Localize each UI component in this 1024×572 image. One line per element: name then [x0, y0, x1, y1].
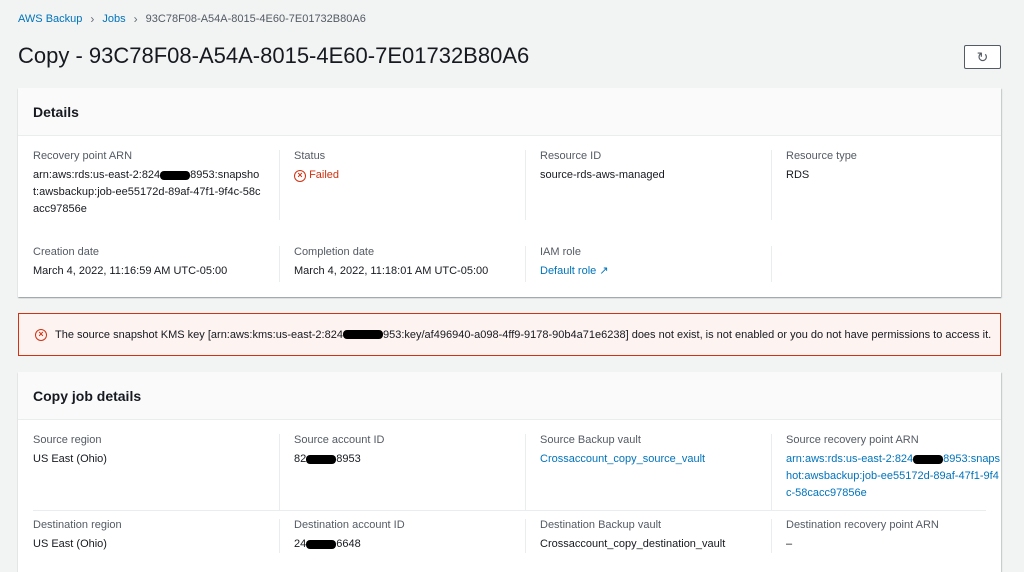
completion-date-value: March 4, 2022, 11:18:01 AM UTC-05:00 [294, 265, 489, 277]
details-heading: Details [18, 88, 1001, 136]
account-part: 6648 [336, 538, 361, 550]
resource-id-label: Resource ID [540, 150, 602, 162]
breadcrumb-aws-backup[interactable]: AWS Backup [18, 13, 82, 25]
redaction [913, 454, 944, 464]
account-part: 8953 [336, 453, 361, 465]
error-alert: × The source snapshot KMS key [arn:aws:k… [18, 313, 1001, 356]
copy-job-details-heading: Copy job details [18, 372, 1001, 420]
iam-role-value: Default role [540, 265, 597, 277]
arn-part: arn:aws:rds:us-east-2:824 [33, 169, 161, 181]
breadcrumb-current: 93C78F08-A54A-8015-4E60-7E01732B80A6 [145, 13, 366, 25]
external-link-icon: ↗ [599, 265, 609, 277]
page-title: Copy - 93C78F08-A54A-8015-4E60-7E01732B8… [18, 43, 530, 68]
error-text: The source snapshot KMS key [arn:aws:kms… [55, 328, 343, 341]
source-account-value: 82 8953 [294, 451, 511, 468]
source-vault-link[interactable]: Crossaccount_copy_source_vault [540, 451, 757, 468]
redaction [306, 539, 337, 549]
recovery-point-arn-value: arn:aws:rds:us-east-2:824 8953:snapshot:a… [33, 167, 265, 218]
chevron-right-icon: › [90, 12, 95, 26]
status-value: Failed [309, 169, 340, 181]
resource-type-value: RDS [786, 169, 810, 181]
breadcrumb: AWS Backup › Jobs › 93C78F08-A54A-8015-4… [18, 12, 366, 26]
status-label: Status [294, 150, 326, 162]
recovery-point-arn-label: Recovery point ARN [33, 150, 133, 162]
refresh-icon: ↻ [976, 48, 989, 65]
source-region-label: Source region [33, 434, 102, 446]
dest-region-value: US East (Ohio) [33, 538, 107, 550]
details-panel: Details Recovery point ARN arn:aws:rds:us… [18, 88, 1001, 297]
breadcrumb-jobs[interactable]: Jobs [102, 13, 125, 25]
error-text: 953:key/af496940-a098-4ff9-9178-90b4a71e… [382, 328, 992, 341]
arn-part: arn:aws:rds:us-east-2:824 [786, 453, 914, 465]
status-badge: × Failed [294, 167, 511, 184]
dest-rp-arn-label: Destination recovery point ARN [786, 519, 939, 531]
dest-region-label: Destination region [33, 519, 122, 531]
redaction [160, 170, 191, 180]
resource-id-value: source-rds-aws-managed [540, 169, 665, 181]
dest-account-value: 24 6648 [294, 536, 511, 553]
creation-date-value: March 4, 2022, 11:16:59 AM UTC-05:00 [33, 265, 228, 277]
dest-vault-value: Crossaccount_copy_destination_vault [540, 538, 726, 550]
dest-vault-label: Destination Backup vault [540, 519, 662, 531]
iam-role-link[interactable]: Default role ↗ [540, 263, 757, 280]
source-region-value: US East (Ohio) [33, 453, 107, 465]
iam-role-label: IAM role [540, 246, 581, 258]
dest-account-label: Destination account ID [294, 519, 405, 531]
account-part: 24 [294, 538, 307, 550]
source-rp-arn-label: Source recovery point ARN [786, 434, 919, 446]
error-icon: × [35, 328, 47, 341]
completion-date-label: Completion date [294, 246, 375, 258]
copy-job-details-panel: Copy job details Source region US East (O… [18, 372, 1001, 572]
redaction [342, 330, 383, 340]
source-account-label: Source account ID [294, 434, 385, 446]
chevron-right-icon: › [133, 12, 138, 26]
error-message: The source snapshot KMS key [arn:aws:kms… [55, 329, 991, 341]
creation-date-label: Creation date [33, 246, 100, 258]
account-part: 82 [294, 453, 307, 465]
resource-type-label: Resource type [786, 150, 857, 162]
source-rp-arn-link[interactable]: arn:aws:rds:us-east-2:824 8953:snapshot:a… [786, 451, 1003, 502]
dest-rp-arn-value: – [786, 538, 793, 550]
source-vault-label: Source Backup vault [540, 434, 641, 446]
error-icon: × [294, 169, 306, 182]
redaction [306, 454, 337, 464]
refresh-button[interactable]: ↻ [964, 45, 1001, 69]
